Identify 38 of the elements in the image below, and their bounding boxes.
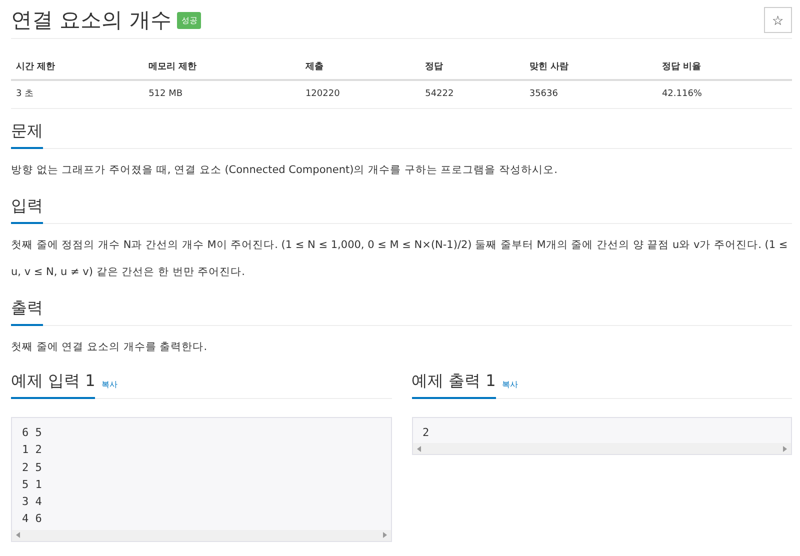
column-header: 맞힌 사람 xyxy=(524,52,657,80)
status-badge: 성공 xyxy=(177,12,202,28)
column-header: 정답 비율 xyxy=(656,52,792,80)
column-header: 제출 xyxy=(300,52,420,80)
column-header: 정답 xyxy=(420,52,524,80)
sample-line: 3 4 xyxy=(22,494,43,510)
table-cell: 3 초 xyxy=(11,80,144,108)
section-heading: 문제 xyxy=(11,121,43,149)
table-cell: 512 MB xyxy=(144,80,300,108)
section-text: 방향 없는 그래프가 주어졌을 때, 연결 요소 (Connected Component)의 개수를 구하는 프로그램을 작성하시오. xyxy=(11,163,558,178)
column-header: 메모리 제한 xyxy=(144,52,300,80)
scroll-right-icon[interactable] xyxy=(382,532,386,538)
sample-line: 2 5 xyxy=(22,460,43,476)
sample-line: 2 xyxy=(422,425,430,441)
section-heading: 출력 xyxy=(11,298,43,326)
scroll-left-icon[interactable] xyxy=(416,446,420,452)
section-text: 첫째 줄에 정점의 개수 N과 간선의 개수 M이 주어진다. (1 ≤ N ≤ 1,000, 0 ≤ M ≤ N×(N-1)/2) 둘째 줄부터 M개의 줄에 간선의 양 끝점 u와 v가 주어진다. (1 ≤ u, v ≤ N, u ≠ v) 같은 간선은 한 번만 주어진다. xyxy=(11,238,789,280)
sample-line: 6 5 xyxy=(22,425,43,441)
favorite-button[interactable]: ☆ xyxy=(764,7,792,33)
sample-line: 4 6 xyxy=(22,511,43,528)
sample-heading: 예제 출력 1 xyxy=(412,371,496,399)
copy-link[interactable]: 복사 xyxy=(101,379,118,398)
scroll-left-icon[interactable] xyxy=(16,532,20,538)
horizontal-scrollbar[interactable] xyxy=(412,443,791,454)
horizontal-scrollbar[interactable] xyxy=(12,530,390,541)
sample-line: 5 1 xyxy=(22,476,43,493)
column-header: 시간 제한 xyxy=(11,52,144,80)
section-text: 첫째 줄에 연결 요소의 개수를 출력한다. xyxy=(11,340,208,355)
copy-link[interactable]: 복사 xyxy=(502,379,518,398)
scroll-right-icon[interactable] xyxy=(783,446,787,452)
sample-heading: 예제 입력 1 xyxy=(11,371,96,399)
table-cell: 54222 xyxy=(420,80,524,108)
sample-line: 1 2 xyxy=(22,442,43,458)
table-cell: 42.116% xyxy=(656,80,792,108)
section-heading: 입력 xyxy=(11,196,43,224)
table-cell: 120220 xyxy=(300,80,420,108)
table-cell: 35636 xyxy=(524,80,657,108)
problem-title: 연결 요소의 개수 xyxy=(11,7,172,34)
